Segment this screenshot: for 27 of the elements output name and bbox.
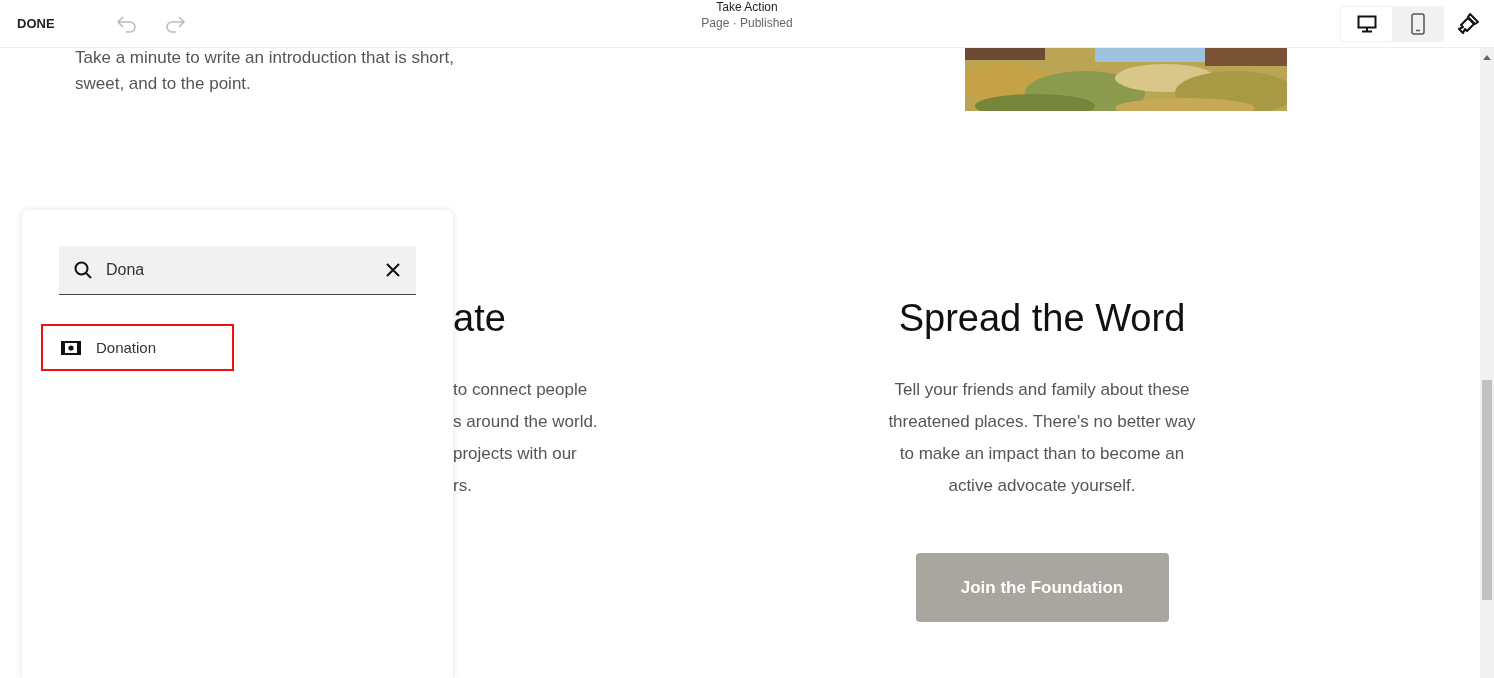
page-status: Page · Published [701,15,793,31]
done-button[interactable]: DONE [17,16,55,31]
brush-icon[interactable] [1456,11,1480,36]
search-input[interactable]: Dona [104,260,373,280]
body-text: s around the world. [453,411,598,433]
search-field[interactable]: Dona [59,246,416,295]
search-result[interactable]: Donation [41,324,234,371]
page-title: Take Action [716,0,778,15]
intro-text: Take a minute to write an introduction that is short, [75,48,454,68]
section-heading: ate [453,296,506,340]
body-text: active advocate yourself. [948,475,1136,497]
body-text: rs. [453,475,473,497]
desktop-view-button[interactable] [1341,6,1392,41]
section-heading: Spread the Word [898,296,1186,340]
search-icon [74,261,92,279]
banknote-icon [61,340,81,355]
body-text: projects with our [453,443,578,465]
intro-text: sweet, and to the point. [75,73,252,95]
desktop-icon [1356,14,1377,33]
body-text: to make an impact than to become an [899,443,1185,465]
close-icon[interactable] [385,262,401,278]
body-text: threatened places. There's no better way [888,411,1196,433]
scrollbar[interactable] [1480,48,1494,678]
body-text: Tell your friends and family about these [894,379,1190,401]
scroll-up-icon[interactable] [1483,55,1491,60]
phone-icon [1410,12,1425,35]
body-text: to connect people [453,379,589,401]
